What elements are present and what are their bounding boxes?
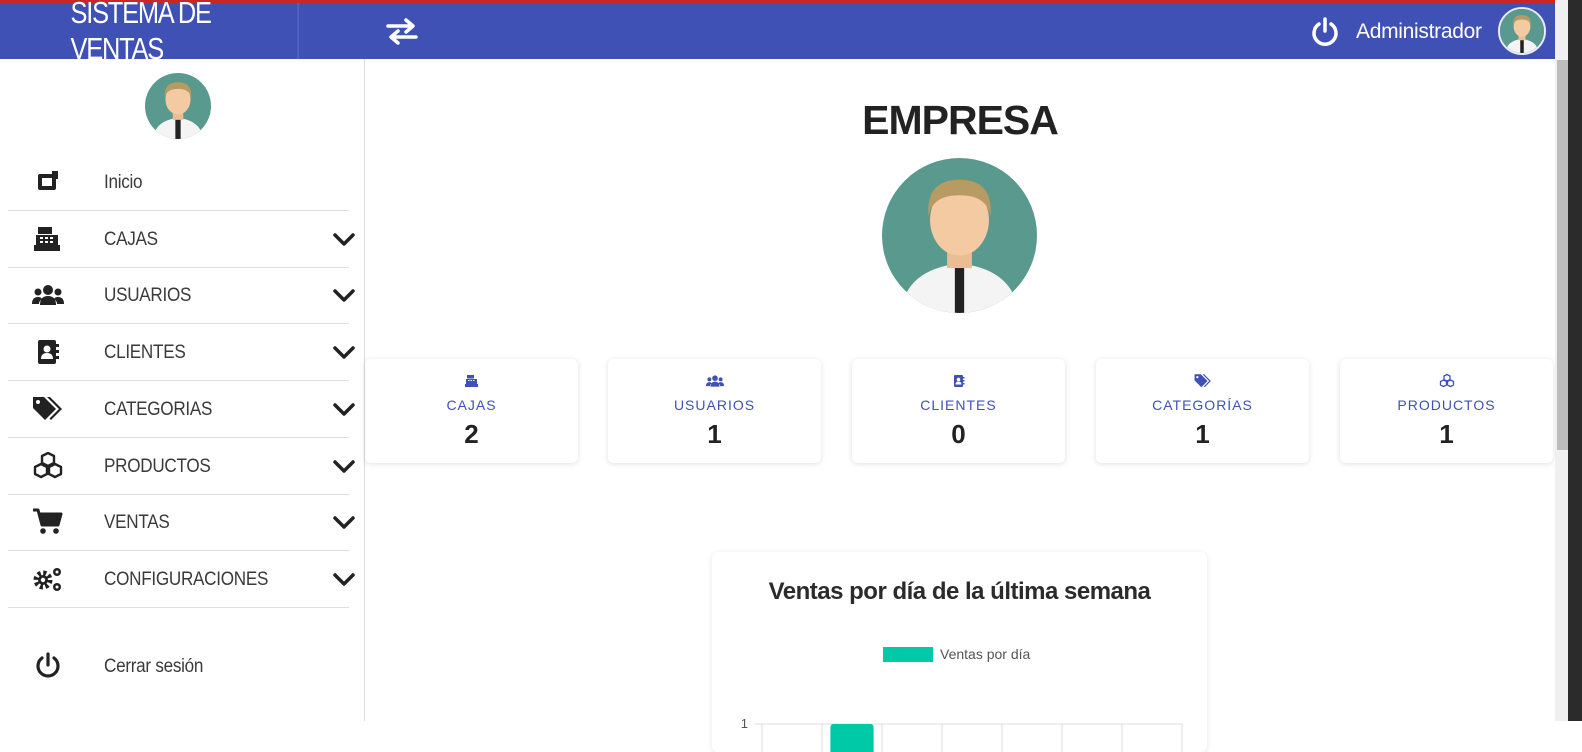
legend-swatch [883,647,933,662]
stat-card-productos[interactable]: PRODUCTOS 1 [1340,359,1553,463]
stat-value: 1 [1195,419,1210,449]
sidebar-item-productos[interactable]: PRODUCTOS [8,438,355,495]
address-book-icon [852,373,1065,391]
sidebar-item-categorias[interactable]: CATEGORIAS [8,381,355,438]
stat-card-categorias[interactable]: CATEGORÍAS 1 [1096,359,1309,463]
sidebar-item-label: CLIENTES [104,342,186,363]
legend-label: Ventas por día [940,646,1031,662]
address-book-icon [32,338,64,366]
tags-icon [32,395,64,423]
bar [830,724,874,752]
cogs-icon [32,565,64,593]
home-square-icon [32,168,64,196]
stat-value: 1 [1439,419,1454,449]
sales-chart-card: Ventas por día de la última semana Venta… [712,552,1207,752]
users-icon [32,281,64,309]
sidebar-item-label: Inicio [104,172,143,193]
sidebar-item-label: CATEGORIAS [104,399,213,420]
stat-card-cajas[interactable]: CAJAS 2 [365,359,578,463]
swap-arrows-icon[interactable] [384,15,420,47]
chevron-down-icon[interactable] [332,399,356,419]
chevron-down-icon[interactable] [332,285,356,305]
stat-label: CLIENTES [920,397,997,413]
stat-card-usuarios[interactable]: USUARIOS 1 [608,359,821,463]
sidebar-item-inicio[interactable]: Inicio [8,154,349,211]
stat-label: PRODUCTOS [1397,397,1496,413]
users-icon [608,373,821,391]
stat-label: CAJAS [446,397,497,413]
sidebar-item-usuarios[interactable]: USUARIOS [8,267,355,324]
window-edge [1568,0,1582,721]
top-navbar: SISTEMA DE VENTAS Administrador [0,0,1555,66]
sidebar-item-label: PRODUCTOS [104,456,211,477]
stat-label: USUARIOS [673,397,756,413]
sidebar-item-label: CONFIGURACIONES [104,569,269,590]
main-content: EMPRESA CAJAS 2 USUARIOS 1 CLIENTES 0 CA… [365,59,1555,752]
sidebar-item-configuraciones[interactable]: CONFIGURACIONES [8,551,355,608]
sidebar: Inicio CAJAS USUARIOS CLIENTES CATEGORIA… [0,59,365,721]
cubes-icon [1340,373,1553,391]
stat-value: 0 [951,419,966,449]
chevron-down-icon[interactable] [332,456,356,476]
avatar[interactable] [1498,7,1546,55]
sidebar-item-label: VENTAS [104,512,170,533]
stat-label: CATEGORÍAS [1152,397,1253,413]
scrollbar-thumb[interactable] [1557,60,1568,450]
page-title: EMPRESA [862,97,1059,143]
chevron-down-icon[interactable] [332,512,356,532]
cash-register-icon [32,225,64,253]
power-icon [32,652,64,680]
chart-title: Ventas por día de la última semana [768,578,1151,605]
cart-icon [32,508,64,536]
sidebar-item-label: CAJAS [104,229,158,250]
chevron-down-icon[interactable] [332,569,356,589]
sidebar-item-logout[interactable]: Cerrar sesión [8,638,349,695]
power-icon[interactable] [1310,17,1340,47]
sidebar-item-label: Cerrar sesión [104,656,204,677]
sales-bar-chart: Ventas por día 1 [741,646,1183,752]
company-logo [882,158,1037,313]
stat-card-clientes[interactable]: CLIENTES 0 [852,359,1065,463]
tags-icon [1096,373,1309,391]
brand-title[interactable]: SISTEMA DE VENTAS [0,0,299,66]
user-name[interactable]: Administrador [1356,20,1482,44]
sidebar-item-clientes[interactable]: CLIENTES [8,324,355,381]
sidebar-item-ventas[interactable]: VENTAS [8,494,355,551]
chevron-down-icon[interactable] [332,342,356,362]
chevron-down-icon[interactable] [332,229,356,249]
cash-register-icon [365,373,578,391]
sidebar-item-label: USUARIOS [104,285,192,306]
stat-value: 1 [707,419,722,449]
sidebar-item-cajas[interactable]: CAJAS [8,211,355,268]
y-tick-label: 1 [741,716,748,731]
cubes-icon [32,451,64,480]
stat-value: 2 [464,419,479,449]
avatar [145,73,211,139]
